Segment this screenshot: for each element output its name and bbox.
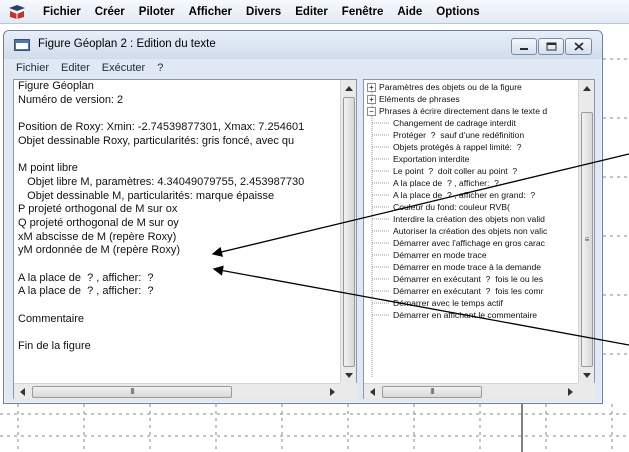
tree-horizontal-scrollbar[interactable]: III xyxy=(364,383,578,399)
text-horizontal-scrollbar[interactable]: III xyxy=(14,383,340,399)
thumb-grip: III xyxy=(430,387,435,396)
tree-leaf[interactable]: Démarrer en affichant le commentaire xyxy=(393,309,537,321)
text-line: Position de Roxy: Xmin: -2.74539877301, … xyxy=(18,121,305,134)
arrow-right-icon xyxy=(329,388,335,396)
tree-leaf[interactable]: Démarrer en mode trace à la demande xyxy=(393,261,541,273)
scroll-right-button[interactable] xyxy=(562,384,578,400)
menu-afficher[interactable]: Afficher xyxy=(182,6,239,18)
scroll-corner xyxy=(340,383,357,400)
tree-leaf[interactable]: Démarrer en exécutant ? fois les comr xyxy=(393,285,543,297)
scroll-up-button[interactable] xyxy=(579,80,595,96)
close-button[interactable] xyxy=(565,38,592,55)
menu-fenetre[interactable]: Fenêtre xyxy=(335,6,391,18)
minimize-button[interactable] xyxy=(511,38,537,55)
tree-leaf[interactable]: Démarrer en mode trace xyxy=(393,249,487,261)
menu-aide[interactable]: Aide xyxy=(390,6,429,18)
figure-text-editor[interactable]: Figure Géoplan Numéro de version: 2 Posi… xyxy=(13,79,357,400)
tree-leaf[interactable]: Changement de cadrage interdit xyxy=(393,117,516,129)
tree-vertical-scrollbar[interactable]: ≡ xyxy=(578,80,594,383)
scroll-down-button[interactable] xyxy=(341,367,357,383)
text-line: Objet libre M, paramètres: 4.34049079755… xyxy=(18,175,305,188)
tree-leaf[interactable]: Démarrer en exécutant ? fois le ou les xyxy=(393,273,543,285)
text-line: A la place de ? , afficher: ? xyxy=(18,271,154,284)
text-line: Q projeté orthogonal de M sur oy xyxy=(18,216,179,229)
text-line xyxy=(18,258,340,272)
app-menu-bar: Fichier Créer Piloter Afficher Divers Ed… xyxy=(0,0,629,24)
tree-leaf[interactable]: A la place de ? , afficher en grand: ? xyxy=(393,189,535,201)
text-line: A la place de ? , afficher: ? xyxy=(18,285,154,298)
scroll-thumb-horizontal[interactable]: III xyxy=(32,386,232,398)
scroll-thumb-horizontal[interactable]: III xyxy=(382,386,482,398)
text-line: M point libre xyxy=(18,162,78,175)
menu-divers[interactable]: Divers xyxy=(239,6,288,18)
text-line: Numéro de version: 2 xyxy=(18,93,124,106)
text-vertical-scrollbar[interactable] xyxy=(340,80,356,383)
arrow-left-icon xyxy=(369,388,375,396)
text-line: xM abscisse de M (repère Roxy) xyxy=(18,230,177,243)
tree-content: + Paramètres des objets ou de la figure … xyxy=(364,80,578,383)
menu-piloter[interactable]: Piloter xyxy=(132,6,182,18)
text-line xyxy=(18,148,340,162)
phrases-tree-view[interactable]: + Paramètres des objets ou de la figure … xyxy=(363,79,595,400)
scroll-thumb[interactable] xyxy=(343,97,355,367)
scroll-corner xyxy=(578,383,595,400)
arrow-up-icon xyxy=(583,85,591,91)
text-line: Objet dessinable Roxy, particularités: g… xyxy=(18,134,295,147)
close-icon xyxy=(573,42,584,51)
arrow-down-icon xyxy=(345,372,353,378)
arrow-left-icon xyxy=(19,388,25,396)
scroll-up-button[interactable] xyxy=(341,80,357,96)
menu-editer[interactable]: Editer xyxy=(288,6,335,18)
text-line: yM ordonnée de M (repère Roxy) xyxy=(18,244,181,257)
text-line: Figure Géoplan xyxy=(18,80,94,92)
text-line: Commentaire xyxy=(18,312,85,325)
window-menu-bar: Fichier Editer Exécuter ? xyxy=(10,59,596,77)
scroll-right-button[interactable] xyxy=(324,384,340,400)
maximize-icon xyxy=(546,42,556,51)
window-menu-editer[interactable]: Editer xyxy=(55,62,96,74)
text-line: P projeté orthogonal de M sur ox xyxy=(18,203,178,216)
arrow-down-icon xyxy=(583,372,591,378)
window-menu-executer[interactable]: Exécuter xyxy=(96,62,151,74)
window-menu-help[interactable]: ? xyxy=(151,62,169,74)
tree-leaf[interactable]: Exportation interdite xyxy=(393,153,469,165)
text-line xyxy=(18,107,340,121)
tree-leaf[interactable]: Protéger ? sauf d'une redéfinition xyxy=(393,129,524,141)
maximize-button[interactable] xyxy=(538,38,564,55)
menu-fichier[interactable]: Fichier xyxy=(36,6,88,18)
tree-leaf[interactable]: Démarrer avec le temps actif xyxy=(393,297,503,309)
figure-text-content[interactable]: Figure Géoplan Numéro de version: 2 Posi… xyxy=(14,80,340,383)
arrow-up-icon xyxy=(345,85,353,91)
tree-leaf[interactable]: Objets protégés à rappel limité: ? xyxy=(393,141,522,153)
window-title: Figure Géoplan 2 : Edition du texte xyxy=(38,38,216,50)
window-icon xyxy=(14,39,30,51)
text-line: Objet dessinable M, particularités: marq… xyxy=(18,189,275,202)
tree-leaf[interactable]: Couleur du fond: couleur RVB( xyxy=(393,201,510,213)
minimize-icon xyxy=(520,47,528,50)
menu-creer[interactable]: Créer xyxy=(88,6,132,18)
tree-leaf[interactable]: Interdire la création des objets non val… xyxy=(393,213,545,225)
scroll-left-button[interactable] xyxy=(364,384,380,400)
tree-leaf[interactable]: Autoriser la création des objets non val… xyxy=(393,225,547,237)
arrow-right-icon xyxy=(567,388,573,396)
thumb-grip: III xyxy=(130,387,135,396)
tree-leaf[interactable]: Démarrer avec l'affichage en gros carac xyxy=(393,237,545,249)
tree-leaf[interactable]: A la place de ? , afficher: ? xyxy=(393,177,499,189)
text-line xyxy=(18,326,340,340)
menu-options[interactable]: Options xyxy=(429,6,486,18)
scroll-left-button[interactable] xyxy=(14,384,30,400)
text-line: Fin de la figure xyxy=(18,340,91,353)
window-menu-fichier[interactable]: Fichier xyxy=(10,62,55,74)
window-title-bar[interactable]: Figure Géoplan 2 : Edition du texte xyxy=(4,31,602,59)
tree-leaf[interactable]: Le point ? doit coller au point ? xyxy=(393,165,517,177)
scroll-thumb[interactable]: ≡ xyxy=(581,112,593,367)
text-line xyxy=(18,299,340,313)
geoplan-app-icon xyxy=(9,4,25,19)
scroll-down-button[interactable] xyxy=(579,367,595,383)
